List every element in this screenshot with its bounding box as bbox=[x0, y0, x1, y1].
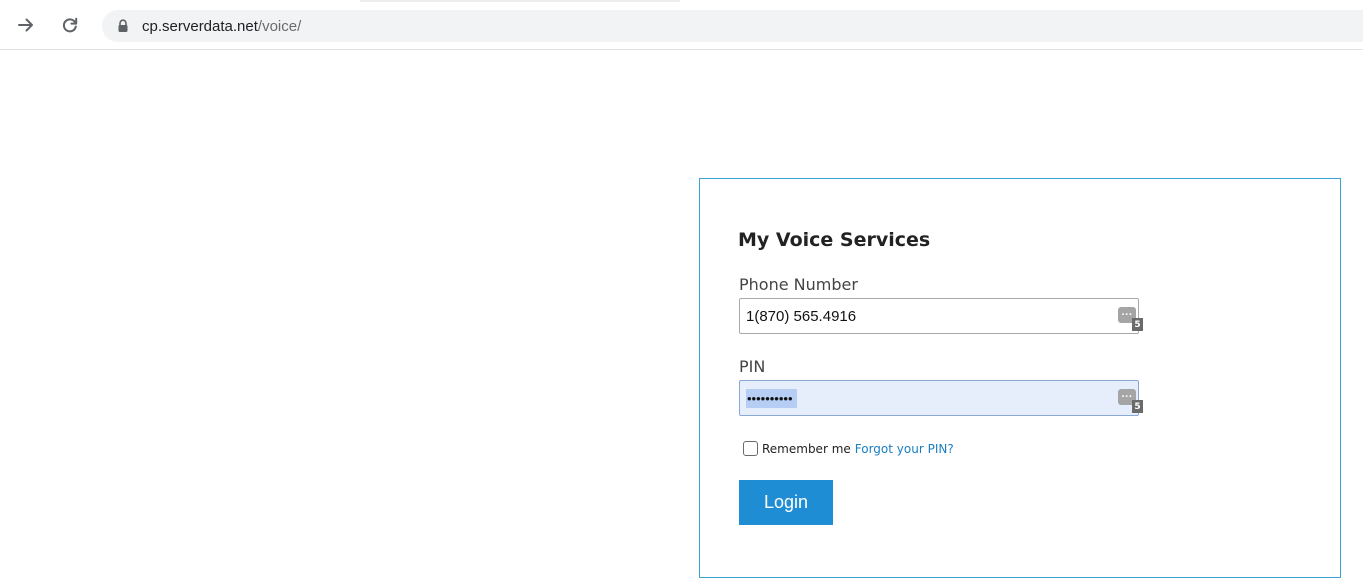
phone-number-value: 1(870) 565.4916 bbox=[746, 307, 857, 325]
address-bar[interactable]: cp.serverdata.net/voice/ bbox=[102, 10, 1363, 42]
remember-row: Remember me Forgot your PIN? bbox=[743, 441, 954, 456]
remember-me-label: Remember me bbox=[762, 441, 851, 456]
pin-label: PIN bbox=[739, 357, 766, 376]
browser-toolbar: cp.serverdata.net/voice/ bbox=[0, 0, 1363, 50]
login-button[interactable]: Login bbox=[739, 480, 833, 525]
password-manager-badge: 5 bbox=[1132, 318, 1143, 331]
page-title: My Voice Services bbox=[738, 229, 931, 251]
url-text: cp.serverdata.net/voice/ bbox=[142, 18, 301, 35]
password-manager-icon[interactable]: ··· 5 bbox=[1118, 307, 1143, 331]
phone-number-label: Phone Number bbox=[739, 275, 858, 294]
phone-number-input[interactable]: 1(870) 565.4916 ··· 5 bbox=[739, 298, 1143, 334]
login-panel: My Voice Services Phone Number 1(870) 56… bbox=[699, 178, 1341, 578]
pin-input[interactable]: •••••••••• ··· 5 bbox=[739, 380, 1143, 416]
arrow-right-icon bbox=[18, 18, 33, 32]
forgot-pin-link[interactable]: Forgot your PIN? bbox=[855, 442, 954, 456]
tab-strip-edge bbox=[360, 0, 680, 2]
reload-icon bbox=[62, 17, 78, 33]
password-manager-badge: 5 bbox=[1132, 400, 1143, 413]
password-manager-icon[interactable]: ··· 5 bbox=[1118, 389, 1143, 413]
forward-button[interactable] bbox=[14, 13, 38, 37]
pin-masked-value: •••••••••• bbox=[746, 388, 797, 408]
url-host: cp.serverdata.net bbox=[142, 17, 258, 35]
reload-button[interactable] bbox=[58, 13, 82, 37]
url-path: /voice/ bbox=[257, 17, 302, 35]
lock-icon bbox=[116, 18, 130, 34]
remember-me-checkbox[interactable] bbox=[743, 441, 758, 456]
